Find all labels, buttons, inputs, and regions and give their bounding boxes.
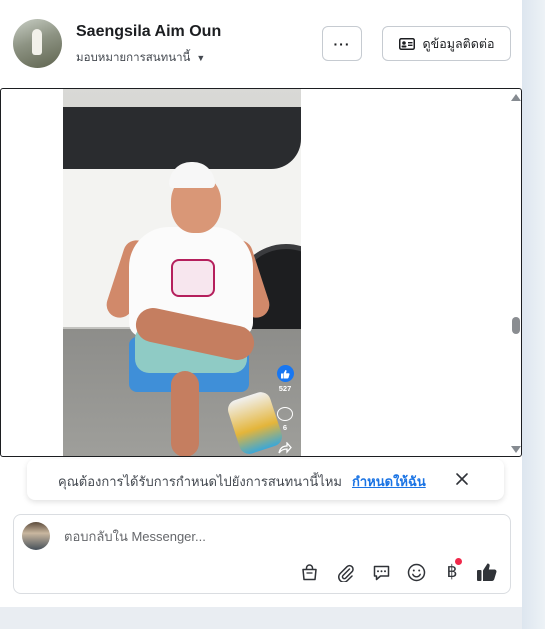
- thumbs-up-icon[interactable]: [476, 561, 498, 583]
- shop-bag-icon[interactable]: [298, 561, 320, 583]
- contact-avatar[interactable]: [13, 19, 62, 68]
- view-contact-label: ดูข้อมูลติดต่อ: [422, 36, 495, 51]
- like-count: 527: [278, 384, 292, 393]
- notification-dot: [455, 558, 462, 565]
- assign-prompt-text: คุณต้องการได้รับการกำหนดไปยังการสนทนานี้…: [58, 474, 342, 489]
- scroll-up-arrow-icon[interactable]: [511, 94, 521, 101]
- caret-down-icon: ▼: [196, 53, 206, 63]
- scrollbar-thumb[interactable]: [512, 317, 520, 334]
- close-icon[interactable]: [453, 470, 471, 488]
- shirt-logo: [171, 259, 215, 297]
- like-icon[interactable]: [276, 365, 294, 382]
- saved-reply-icon[interactable]: [370, 561, 392, 583]
- share-icon[interactable]: [278, 442, 292, 454]
- comment-icon[interactable]: [277, 407, 293, 421]
- scroll-down-arrow-icon[interactable]: [511, 446, 521, 453]
- contact-card-icon: [398, 37, 415, 50]
- assign-prompt-banner: คุณต้องการได้รับการกำหนดไปยังการสนทนานี้…: [27, 459, 504, 500]
- emoji-icon[interactable]: [405, 561, 427, 583]
- paperclip-icon[interactable]: [334, 561, 356, 583]
- video-player[interactable]: 527 6: [63, 89, 301, 456]
- conversation-panel: Saengsila Aim Oun มอบหมายการสนทนานี้ ▼ ·…: [0, 0, 522, 607]
- view-contact-button[interactable]: ดูข้อมูลติดต่อ: [382, 26, 511, 61]
- window-edge: [522, 0, 545, 629]
- assign-label: มอบหมายการสนทนานี้: [76, 52, 191, 64]
- baht-payment-icon[interactable]: ฿: [441, 558, 463, 583]
- video-side-actions: 527 6: [273, 365, 297, 454]
- comment-count: 6: [282, 423, 288, 432]
- more-options-icon: ···: [333, 35, 351, 52]
- assign-to-me-link[interactable]: กำหนดให้ฉัน: [352, 471, 426, 492]
- page-avatar: [22, 522, 50, 550]
- more-options-button[interactable]: ···: [322, 26, 362, 61]
- reply-composer: ฿: [13, 514, 511, 594]
- video-message[interactable]: 527 6: [0, 88, 522, 457]
- reply-input[interactable]: [62, 525, 446, 547]
- contact-name[interactable]: Saengsila Aim Oun: [76, 23, 221, 41]
- assign-conversation-dropdown[interactable]: มอบหมายการสนทนานี้ ▼: [76, 49, 205, 67]
